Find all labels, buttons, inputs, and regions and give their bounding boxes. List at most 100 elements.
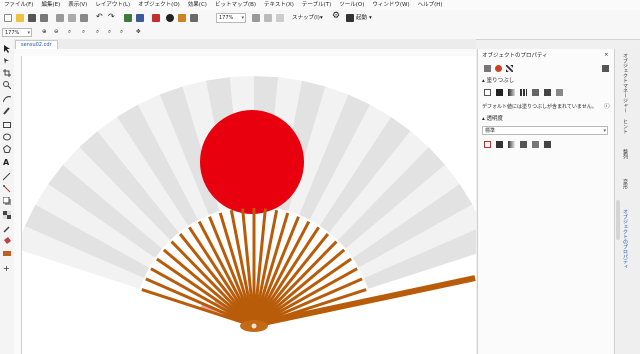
docker-tab[interactable]: オブジェクトのプロパティ <box>622 209 629 269</box>
zoom-selected-icon[interactable]: ⌕ <box>68 28 71 36</box>
vector-pattern-icon[interactable] <box>520 89 527 96</box>
vertical-ruler[interactable] <box>14 56 22 354</box>
ellipse-icon[interactable] <box>3 133 11 141</box>
no-transparency-icon[interactable] <box>484 141 491 148</box>
outline-tab-icon[interactable] <box>484 65 491 72</box>
drawing-canvas[interactable] <box>22 56 476 354</box>
freehand-icon[interactable] <box>2 95 12 103</box>
docker-tab[interactable]: ヒント <box>622 119 629 134</box>
menu-item[interactable]: ヘルプ(H) <box>414 0 447 10</box>
docker-tab[interactable]: 整列 <box>622 149 629 159</box>
parallel-dimension-icon[interactable] <box>2 172 11 181</box>
menu-item[interactable]: テキスト(X) <box>260 0 298 10</box>
menu-item[interactable]: 編集(E) <box>37 0 64 10</box>
app-launcher-icon[interactable] <box>190 14 198 22</box>
uniform-fill-icon[interactable] <box>496 89 503 96</box>
paste-icon[interactable] <box>80 14 88 22</box>
rectangle-icon[interactable] <box>3 121 11 129</box>
property-bar: 177% ⊕ ⊖ ⌕ ⌕ ⌕ ⌕ ⌕ ✥ <box>0 26 640 40</box>
standard-toolbar: ↶ ↷ 177% スナップ(I) ▾ ⚙ 起動 ▾ <box>0 10 640 27</box>
fan-artwork[interactable] <box>22 56 476 354</box>
snap-to-dropdown[interactable]: スナップ(I) <box>292 14 320 22</box>
panel-options-icon[interactable] <box>602 65 609 72</box>
zoom-icon[interactable] <box>3 81 12 90</box>
print-icon[interactable] <box>40 14 48 22</box>
publish-pdf-icon[interactable] <box>152 14 160 22</box>
add-tool-icon[interactable]: + <box>3 265 11 273</box>
menu-item[interactable]: オブジェクト(O) <box>134 0 184 10</box>
zoom-field[interactable]: 177% <box>2 28 32 37</box>
cut-icon[interactable] <box>56 14 64 22</box>
fullscreen-icon[interactable] <box>252 14 260 22</box>
redo-icon[interactable]: ↷ <box>108 13 115 21</box>
menu-item[interactable]: レイアウト(L) <box>91 0 134 10</box>
menu-item[interactable]: 効果(C) <box>184 0 211 10</box>
open-icon[interactable] <box>16 14 24 22</box>
fountain-fill-icon[interactable] <box>508 89 515 96</box>
export-icon[interactable] <box>136 14 144 22</box>
no-fill-icon[interactable] <box>484 89 491 96</box>
smart-fill-icon[interactable] <box>3 249 11 257</box>
grid-icon[interactable] <box>276 14 284 22</box>
bitmap-pattern-transparency-icon[interactable] <box>532 141 539 148</box>
zoom-all-icon[interactable]: ⌕ <box>82 28 85 36</box>
corel-connect-icon[interactable] <box>166 14 174 22</box>
vector-pattern-transparency-icon[interactable] <box>520 141 527 148</box>
text-icon[interactable]: A <box>3 159 11 167</box>
texture-fill-icon[interactable] <box>556 89 563 96</box>
bitmap-pattern-icon[interactable] <box>532 89 539 96</box>
launch-icon[interactable] <box>346 14 354 22</box>
fill-default-message: デフォルト値には塗りつぶしが含まれていません。 <box>482 104 597 110</box>
panel-close-icon[interactable]: × <box>604 51 609 59</box>
message-info-icon[interactable]: ⓘ <box>604 103 610 111</box>
fill-tab-icon[interactable] <box>495 65 502 72</box>
zoom-in-icon[interactable]: ⊕ <box>42 28 47 36</box>
transparency-icon[interactable] <box>3 211 11 219</box>
fountain-transparency-icon[interactable] <box>508 141 515 148</box>
zoom-out-icon[interactable]: ⊖ <box>54 28 59 36</box>
eyedropper-icon[interactable] <box>3 225 11 233</box>
menu-item[interactable]: ウィンドウ(W) <box>368 0 413 10</box>
polygon-icon[interactable] <box>2 144 12 153</box>
artistic-media-icon[interactable] <box>3 107 11 115</box>
new-icon[interactable] <box>4 14 12 22</box>
fill-section-header[interactable]: ▴ 塗りつぶし <box>482 77 514 85</box>
menu-item[interactable]: ツール(O) <box>335 0 368 10</box>
launch-label[interactable]: 起動 <box>356 14 367 22</box>
uniform-transparency-icon[interactable] <box>496 141 503 148</box>
two-color-transparency-icon[interactable] <box>544 141 551 148</box>
shape-icon[interactable] <box>3 57 11 65</box>
fill-section-label: 塗りつぶし <box>486 78 515 84</box>
menu-item[interactable]: テーブル(T) <box>298 0 335 10</box>
pivot-center <box>251 323 257 329</box>
zoom-height-icon[interactable]: ⌕ <box>120 28 123 36</box>
pan-tool-icon[interactable]: ✥ <box>136 28 141 36</box>
launch-chevron-icon[interactable]: ▾ <box>369 14 372 22</box>
interactive-fill-icon[interactable] <box>3 237 11 245</box>
menu-item[interactable]: 表示(V) <box>64 0 91 10</box>
welcome-icon[interactable] <box>178 14 186 22</box>
connector-icon[interactable] <box>3 185 11 193</box>
save-icon[interactable] <box>28 14 36 22</box>
drop-shadow-icon[interactable] <box>2 196 11 205</box>
zoom-level-select[interactable]: 177% <box>216 13 246 23</box>
transparency-tab-icon[interactable] <box>506 65 513 72</box>
zoom-width-icon[interactable]: ⌕ <box>108 28 111 36</box>
settings-icon[interactable]: ⚙ <box>332 12 340 21</box>
docker-tab[interactable]: オブジェクトマネージャー <box>622 53 629 113</box>
menu-item[interactable]: ファイル(F) <box>0 0 37 10</box>
import-icon[interactable] <box>124 14 132 22</box>
menu-item[interactable]: ビットマップ(B) <box>211 0 260 10</box>
transparency-section-header[interactable]: ▴ 透明度 <box>482 115 503 123</box>
pointer-icon[interactable] <box>3 45 11 53</box>
docker-scrollbar[interactable] <box>616 200 620 240</box>
crop-icon[interactable] <box>3 69 11 77</box>
rulers-icon[interactable] <box>264 14 272 22</box>
undo-icon[interactable]: ↶ <box>96 13 103 21</box>
docker-tab[interactable]: 変形 <box>622 179 629 189</box>
two-color-pattern-icon[interactable] <box>544 89 551 96</box>
copy-icon[interactable] <box>68 14 76 22</box>
transparency-mode-select[interactable]: 標準 <box>482 126 608 135</box>
snap-chevron-icon[interactable]: ▾ <box>320 14 323 22</box>
zoom-page-icon[interactable]: ⌕ <box>96 28 99 36</box>
